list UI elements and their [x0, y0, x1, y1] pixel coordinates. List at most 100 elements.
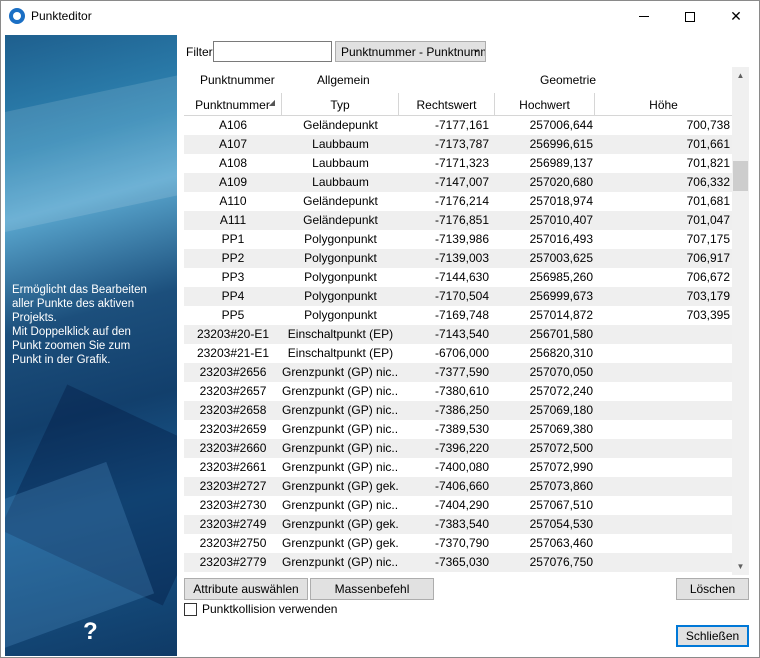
table-cell — [595, 515, 732, 534]
table-cell: Laubbaum — [312, 156, 369, 170]
table-row[interactable]: 23203#2658 Grenzpunkt (GP) nic... -7386,25… — [184, 401, 732, 420]
table-row[interactable]: A110 Geländepunkt -7176,214 257018,974 701,6… — [184, 192, 732, 211]
table-cell: Geländepunkt — [303, 213, 378, 227]
table-cell: -7139,986 — [434, 232, 489, 246]
table-cell: 23203#20-E1 — [196, 327, 270, 341]
table-cell: PP4 — [221, 289, 245, 303]
table-row[interactable]: 23203#2730 Grenzpunkt (GP) nic... -7404,29… — [184, 496, 732, 515]
close-window-button[interactable]: ✕ — [713, 1, 759, 32]
table-row[interactable]: 23203#2727 Grenzpunkt (GP) gek... -7406,66… — [184, 477, 732, 496]
table-row[interactable]: PP2 Polygonpunkt -7139,003 257003,625 706,91… — [184, 249, 732, 268]
table-cell: Polygonpunkt — [304, 289, 377, 303]
table-cell: -7173,787 — [434, 137, 489, 151]
app-icon — [9, 8, 25, 24]
table-cell: 23203#2750 — [199, 536, 267, 550]
table-row[interactable]: 23203#2660 Grenzpunkt (GP) nic... -7396,22… — [184, 439, 732, 458]
table-cell: A110 — [219, 194, 247, 208]
table-cell: 256701,580 — [529, 327, 593, 341]
column-header-rechtswert[interactable]: Rechtswert — [399, 93, 495, 116]
help-icon[interactable]: ? — [83, 618, 98, 646]
table-cell: -7404,290 — [434, 498, 489, 512]
column-label: Punktnummer — [195, 98, 270, 112]
table-cell — [595, 382, 732, 401]
table-row[interactable]: A111 Geländepunkt -7176,851 257010,407 701,0… — [184, 211, 732, 230]
table-row[interactable]: A107 Laubbaum -7173,787 256996,615 701,661 — [184, 135, 732, 154]
table-row[interactable]: PP3 Polygonpunkt -7144,630 256985,260 706,67… — [184, 268, 732, 287]
table-cell: 703,395 — [686, 308, 730, 322]
table-cell: 700,738 — [686, 118, 730, 132]
table-cell: -7177,161 — [434, 118, 489, 132]
table-cell: Grenzpunkt (GP) nic... — [282, 555, 399, 569]
minimize-button[interactable] — [621, 1, 667, 32]
column-label: Hochwert — [519, 98, 570, 112]
filter-input[interactable] — [213, 41, 332, 62]
table-cell — [595, 325, 732, 344]
table-cell: 257014,872 — [529, 308, 593, 322]
table-cell: -7396,220 — [434, 441, 489, 455]
table-row[interactable]: PP1 Polygonpunkt -7139,986 257016,493 707,17… — [184, 230, 732, 249]
table-row[interactable]: 23203#2656 Grenzpunkt (GP) nic... -7377,59… — [184, 363, 732, 382]
table-cell: -7176,851 — [434, 213, 489, 227]
table-cell: 703,179 — [686, 289, 730, 303]
table-cell: A106 — [218, 118, 248, 132]
table-row[interactable]: 23203#21-E1 Einschaltpunkt (EP) -6706,000 2… — [184, 344, 732, 363]
maximize-button[interactable] — [667, 1, 713, 32]
group-allgemein: Allgemein — [317, 73, 370, 87]
table-cell: 701,681 — [686, 194, 730, 208]
grid-rows: A106 Geländepunkt -7177,161 257006,644 700,7… — [184, 116, 732, 575]
table-cell: 257067,510 — [529, 498, 593, 512]
point-collision-checkbox[interactable] — [184, 603, 197, 616]
table-row[interactable]: A109 Laubbaum -7147,007 257020,680 706,332 — [184, 173, 732, 192]
table-row[interactable]: 23203#2657 Grenzpunkt (GP) nic... -7380,61… — [184, 382, 732, 401]
table-cell: 257076,750 — [529, 555, 593, 569]
column-header-hochwert[interactable]: Hochwert — [495, 93, 595, 116]
sort-icon: ◢ — [268, 98, 275, 107]
table-cell: 257073,860 — [529, 479, 593, 493]
mass-command-button[interactable]: Massenbefehl — [310, 578, 434, 600]
table-cell: 23203#2658 — [199, 403, 267, 417]
table-row[interactable]: 23203#2750 Grenzpunkt (GP) gek... -7370,79… — [184, 534, 732, 553]
table-row[interactable]: PP5 Polygonpunkt -7169,748 257014,872 703,39… — [184, 306, 732, 325]
scroll-up-icon[interactable]: ▲ — [732, 67, 749, 84]
table-cell: Grenzpunkt (GP) gek... — [282, 479, 399, 493]
close-button[interactable]: Schließen — [676, 625, 749, 647]
table-cell: 257010,407 — [529, 213, 593, 227]
table-cell: Grenzpunkt (GP) nic... — [282, 365, 399, 379]
column-header-hoehe[interactable]: Höhe — [595, 93, 732, 116]
table-row[interactable]: A106 Geländepunkt -7177,161 257006,644 700,7… — [184, 116, 732, 135]
table-row[interactable]: 23203#2749 Grenzpunkt (GP) gek... -7383,54… — [184, 515, 732, 534]
table-cell: Geländepunkt — [303, 194, 378, 208]
table-cell: -7380,610 — [434, 384, 489, 398]
table-cell: -7139,003 — [434, 251, 489, 265]
table-row[interactable]: 23203#20-E1 Einschaltpunkt (EP) -7143,540 2… — [184, 325, 732, 344]
column-label: Typ — [330, 98, 350, 112]
table-cell: 257069,180 — [529, 403, 593, 417]
scrollbar-thumb[interactable] — [733, 161, 748, 191]
filter-field-select[interactable]: Punktnummer - Punktnummer ⌄ — [335, 41, 486, 62]
table-cell — [595, 420, 732, 439]
filter-label: Filter — [186, 45, 213, 59]
group-header-row: Punktnummer Allgemein Geometrie — [184, 67, 732, 93]
table-cell: -7144,630 — [434, 270, 489, 284]
vertical-scrollbar[interactable]: ▲ ▼ — [732, 67, 749, 575]
select-attributes-button[interactable]: Attribute auswählen — [184, 578, 308, 600]
info-text: Ermöglicht das Bearbeiten aller Punkte d… — [12, 284, 147, 366]
table-row[interactable]: A108 Laubbaum -7171,323 256989,137 701,821 — [184, 154, 732, 173]
table-row[interactable]: 23203#2659 Grenzpunkt (GP) nic... -7389,53… — [184, 420, 732, 439]
column-header-typ[interactable]: Typ — [282, 93, 399, 116]
table-cell — [595, 401, 732, 420]
delete-button[interactable]: Löschen — [676, 578, 749, 600]
table-cell: 23203#21-E1 — [196, 346, 270, 360]
table-cell: Einschaltpunkt (EP) — [287, 346, 394, 360]
table-row[interactable]: 23203#2779 Grenzpunkt (GP) nic... -7365,03… — [184, 553, 732, 572]
scroll-down-icon[interactable]: ▼ — [732, 558, 749, 575]
column-header-punktnummer[interactable]: Punktnummer ◢ — [184, 93, 282, 116]
table-cell: Grenzpunkt (GP) nic... — [282, 441, 399, 455]
table-cell — [595, 344, 732, 363]
table-row[interactable]: 23203#2661 Grenzpunkt (GP) nic... -7400,08… — [184, 458, 732, 477]
table-row[interactable]: PP4 Polygonpunkt -7170,504 256999,673 703,17… — [184, 287, 732, 306]
table-cell: Grenzpunkt (GP) gek... — [282, 517, 399, 531]
point-collision-label: Punktkollision verwenden — [202, 602, 338, 616]
table-cell: 23203#2779 — [199, 555, 267, 569]
group-geometrie: Geometrie — [540, 73, 597, 87]
